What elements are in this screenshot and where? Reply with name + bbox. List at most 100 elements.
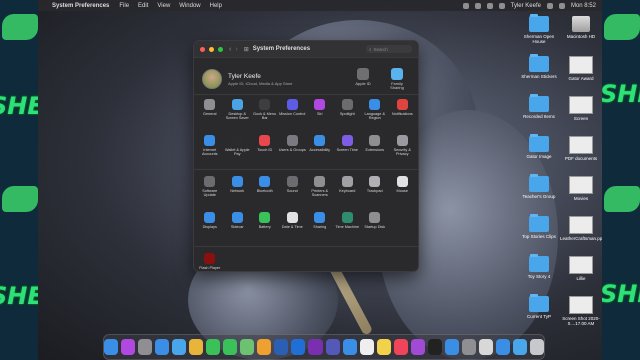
outlook-icon[interactable] [291, 339, 306, 355]
desktop-item-lillie[interactable]: Lillie [560, 256, 602, 281]
zoom-icon[interactable] [495, 339, 510, 355]
safari-icon[interactable] [155, 339, 170, 355]
menu-clock[interactable]: Mon 8:52 [571, 3, 596, 9]
pref-pane-spotlight[interactable]: Spotlight [334, 95, 362, 131]
pref-pane-bluetooth[interactable]: Bluetooth [251, 172, 279, 208]
pref-pane-security-privacy[interactable]: Security & Privacy [389, 131, 417, 167]
pref-pane-sound[interactable]: Sound [279, 172, 307, 208]
downloads-icon[interactable] [512, 339, 527, 355]
status-icon[interactable] [474, 2, 481, 9]
desktop-item-teacher-s-group[interactable]: Teacher's Group [518, 174, 560, 199]
preview-icon[interactable] [478, 339, 493, 355]
onenote-icon[interactable] [308, 339, 323, 355]
pref-pane-notifications[interactable]: Notifications [389, 95, 417, 131]
search-field[interactable]: ⌕ Search [366, 45, 412, 53]
pref-pane-label: Internet Accounts [201, 148, 218, 157]
pref-pane-keyboard[interactable]: Keyboard [334, 172, 362, 208]
pref-pane-software-update[interactable]: Software Update [196, 172, 224, 208]
pref-pane-accessibility[interactable]: Accessibility [306, 131, 334, 167]
launchpad-icon[interactable] [138, 339, 153, 355]
account-family-sharing-button[interactable]: Family Sharing [384, 67, 410, 91]
menu-user-name[interactable]: Tyler Keefe [511, 3, 541, 9]
pref-pane-extensions[interactable]: Extensions [361, 131, 389, 167]
pref-pane-network[interactable]: Network [224, 172, 252, 208]
account-apple-id-button[interactable]: Apple ID [350, 67, 376, 91]
search-icon[interactable] [546, 2, 553, 9]
control-center-icon[interactable] [558, 2, 565, 9]
pref-pane-time-machine[interactable]: Time Machine [334, 208, 362, 244]
tv-icon[interactable] [427, 339, 442, 355]
desktop-item-toy-story-4[interactable]: Toy Story 4 [518, 254, 560, 279]
show-all-grid-icon[interactable]: ⊞ [244, 46, 249, 53]
forward-icon[interactable]: › [235, 46, 237, 53]
pref-pane-printers-scanners[interactable]: Printers & Scanners [306, 172, 334, 208]
pref-pane-battery[interactable]: Battery [251, 208, 279, 244]
desktop-item-gator-image[interactable]: Gator Image [518, 134, 560, 159]
menu-help[interactable]: Help [210, 3, 222, 9]
pref-pane-label: Sound [286, 189, 298, 193]
back-icon[interactable]: ‹ [229, 46, 231, 53]
pref-pane-internet-accounts[interactable]: Internet Accounts [196, 131, 224, 167]
trash-icon[interactable] [529, 339, 544, 355]
pref-pane-sidecar[interactable]: Sidecar [224, 208, 252, 244]
pref-pane-wallet-apple-pay[interactable]: Wallet & Apple Pay [224, 131, 252, 167]
pref-pane-date-time[interactable]: Date & Time [279, 208, 307, 244]
desktop-item-gator-award[interactable]: Gator Award [560, 56, 602, 81]
menu-view[interactable]: View [157, 3, 170, 9]
pref-pane-touch-id[interactable]: Touch ID [251, 131, 279, 167]
desktop-item-macintosh-hd[interactable]: Macintosh HD [560, 16, 602, 39]
word-icon[interactable] [274, 339, 289, 355]
pref-pane-siri[interactable]: Siri [306, 95, 334, 131]
pref-pane-flash-player[interactable]: Flash Player [196, 249, 224, 285]
finder-icon[interactable] [104, 339, 119, 355]
desktop-item-sherman-open-house[interactable]: Sherman Open House [518, 14, 560, 45]
minimize-button[interactable] [209, 46, 214, 52]
pref-pane-mission-control[interactable]: Mission Control [279, 95, 307, 131]
system-preferences-icon[interactable] [461, 339, 476, 355]
notes-icon[interactable] [376, 339, 391, 355]
pref-pane-screen-time[interactable]: Screen Time [334, 131, 362, 167]
mail-icon[interactable] [172, 339, 187, 355]
close-button[interactable] [200, 46, 205, 52]
desktop-item-movies[interactable]: Movies [560, 176, 602, 201]
desktop-item-top-stories-clips[interactable]: Top Stories Clips [518, 214, 560, 239]
chrome-icon[interactable] [189, 339, 204, 355]
battery-icon[interactable] [498, 2, 505, 9]
desktop-item-recorded-items[interactable]: Recorded Items [518, 94, 560, 119]
pref-pane-trackpad[interactable]: Trackpad [361, 172, 389, 208]
menu-edit[interactable]: Edit [138, 3, 148, 9]
desktop-item-leathercraftsman-pptx[interactable]: LeatherCraftsman.pptx [560, 216, 602, 241]
menu-window[interactable]: Window [179, 3, 200, 9]
teams-icon[interactable] [325, 339, 340, 355]
pref-pane-desktop-screen-saver[interactable]: Desktop & Screen Saver [224, 95, 252, 131]
menu-file[interactable]: File [119, 3, 129, 9]
pref-pane-dock-menu-bar[interactable]: Dock & Menu Bar [251, 95, 279, 131]
pref-pane-sharing[interactable]: Sharing [306, 208, 334, 244]
avatar[interactable] [202, 69, 222, 89]
desktop-item-screen-shot-2020-0-17-00-am[interactable]: Screen Shot 2020-0....17.00 AM [560, 296, 602, 327]
messages-icon[interactable] [206, 339, 221, 355]
wifi-icon[interactable] [486, 2, 493, 9]
music-icon[interactable] [393, 339, 408, 355]
menu-app-name[interactable]: System Preferences [52, 3, 109, 9]
podcasts-icon[interactable] [410, 339, 425, 355]
appstore-icon[interactable] [444, 339, 459, 355]
pref-pane-language-region[interactable]: Language & Region [361, 95, 389, 131]
pref-pane-users-groups[interactable]: Users & Groups [279, 131, 307, 167]
zoom-button[interactable] [218, 46, 223, 52]
pref-pane-startup-disk[interactable]: Startup Disk [361, 208, 389, 244]
desktop-item-current-typ[interactable]: Current TyP [518, 294, 560, 319]
desktop-item-sherman-stickers[interactable]: Sherman Stickers [518, 54, 560, 79]
pref-pane-displays[interactable]: Displays [196, 208, 224, 244]
facetime-icon[interactable] [223, 339, 238, 355]
status-icon[interactable] [462, 2, 469, 9]
pref-pane-mouse[interactable]: Mouse [389, 172, 417, 208]
photos-icon[interactable] [257, 339, 272, 355]
desktop-item-screen[interactable]: Screen [560, 96, 602, 121]
siri-icon[interactable] [121, 339, 136, 355]
messenger-icon[interactable] [342, 339, 357, 355]
desktop-item-pdf-documents[interactable]: PDF documents [560, 136, 602, 161]
maps-icon[interactable] [240, 339, 255, 355]
calendar-icon[interactable] [359, 339, 374, 355]
pref-pane-general[interactable]: General [196, 95, 224, 131]
